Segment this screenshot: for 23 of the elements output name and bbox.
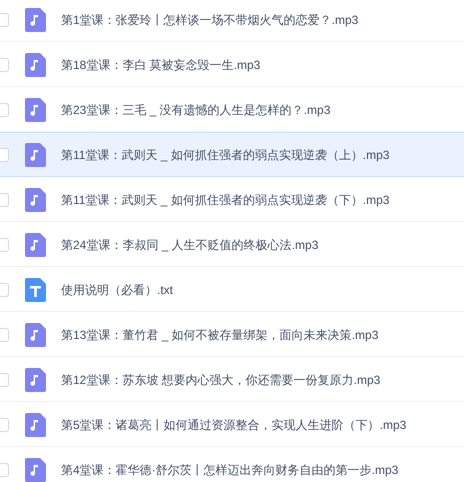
music-file-icon (25, 368, 46, 392)
file-name[interactable]: 第1堂课：张爱玲丨怎样谈一场不带烟火气的恋爱？.mp3 (61, 10, 358, 28)
text-file-icon (25, 278, 46, 302)
music-file-icon (25, 142, 46, 166)
file-name[interactable]: 第4堂课：霍华德·舒尔茨丨怎样迈出奔向财务自由的第一步.mp3 (61, 460, 398, 478)
file-name[interactable]: 第11堂课：武则天 _ 如何抓住强者的弱点实现逆袭（下）.mp3 (61, 190, 390, 208)
music-file-icon (25, 412, 46, 436)
music-file-icon (25, 98, 46, 122)
file-row[interactable]: 第11堂课：武则天 _ 如何抓住强者的弱点实现逆袭（上）.mp3 (0, 132, 464, 177)
file-name[interactable]: 第23堂课：三毛 _ 没有遗憾的人生是怎样的？.mp3 (61, 100, 330, 118)
music-file-icon (25, 458, 46, 482)
file-name[interactable]: 第12堂课：苏东坡 想要内心强大，你还需要一份复原力.mp3 (61, 370, 380, 388)
file-name[interactable]: 第13堂课：董竹君 _ 如何不被存量绑架，面向未来决策.mp3 (61, 326, 378, 344)
music-file-icon (25, 8, 46, 32)
file-name[interactable]: 第5堂课：诸葛亮丨如何通过资源整合，实现人生进阶（下）.mp3 (61, 416, 406, 434)
file-name[interactable]: 使用说明（必看）.txt (61, 280, 174, 298)
file-name[interactable]: 第18堂课：李白 莫被妄念毁一生.mp3 (61, 56, 260, 74)
music-file-icon (25, 232, 46, 256)
music-file-icon (25, 52, 46, 76)
file-name[interactable]: 第24堂课：李叔同 _ 人生不贬值的终极心法.mp3 (61, 236, 318, 254)
file-name[interactable]: 第11堂课：武则天 _ 如何抓住强者的弱点实现逆袭（上）.mp3 (61, 146, 390, 164)
music-file-icon (25, 188, 46, 212)
music-file-icon (25, 322, 46, 346)
